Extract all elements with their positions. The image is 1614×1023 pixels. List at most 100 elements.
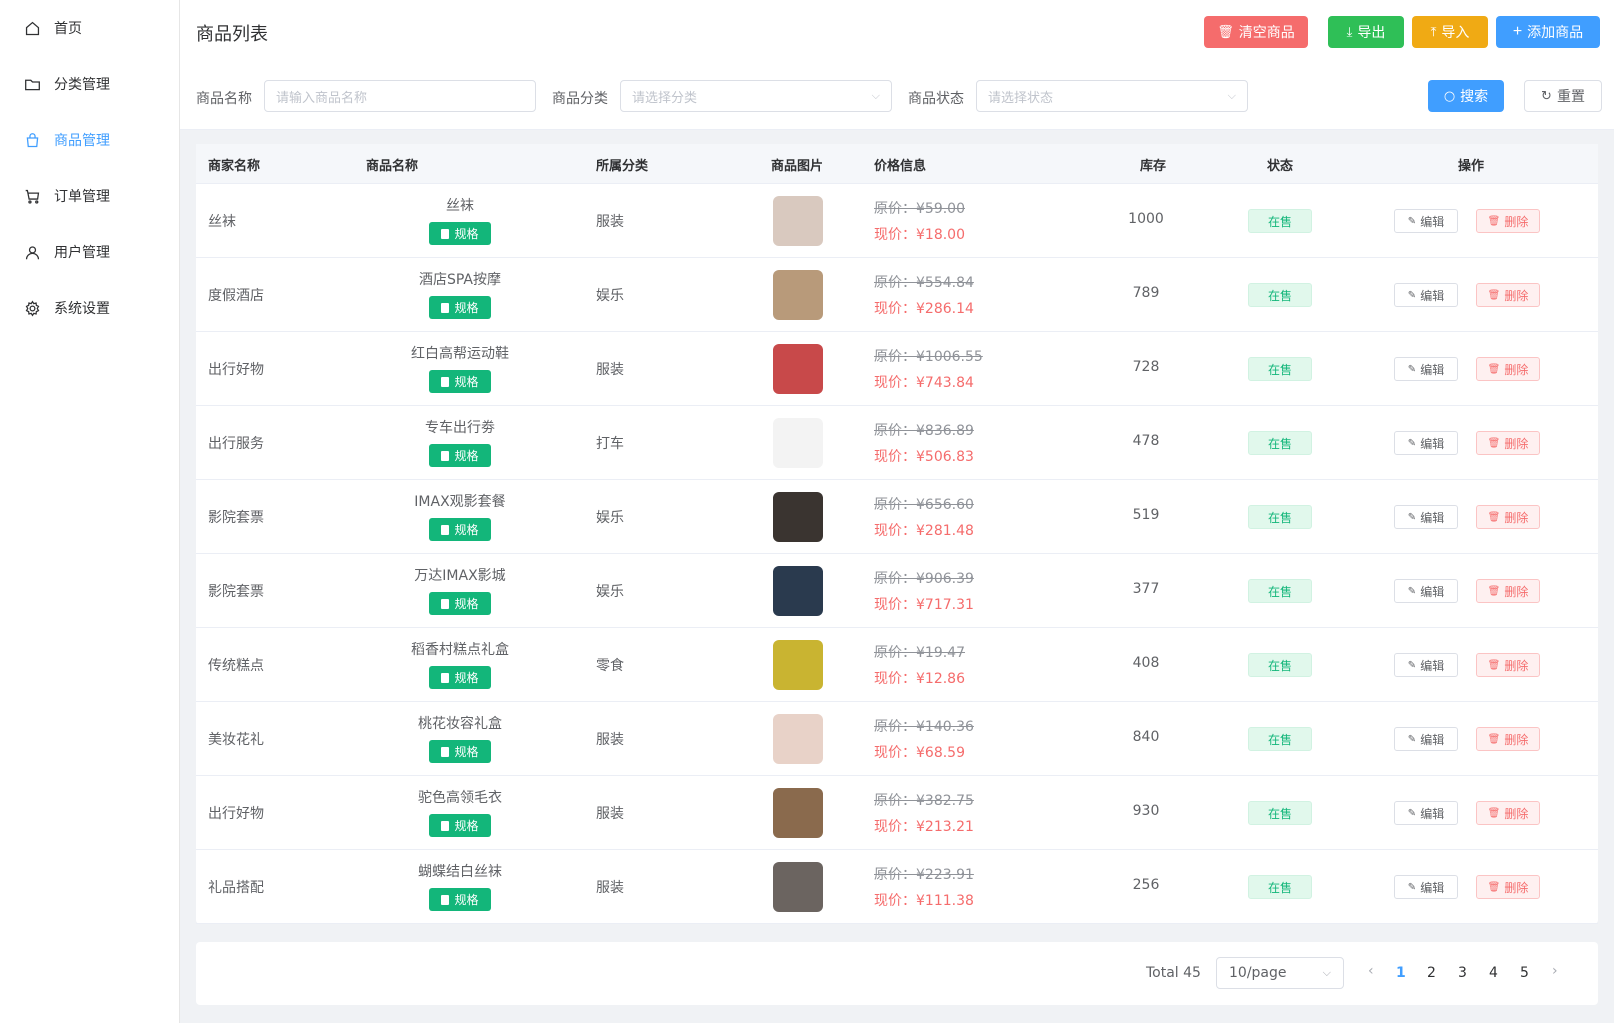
trash-icon: 🗑 — [1487, 437, 1501, 449]
sidebar-item-settings[interactable]: 系统设置 — [0, 280, 110, 336]
sidebar-item-users[interactable]: 用户管理 — [0, 224, 110, 280]
chevron-down-icon: ⌵ — [871, 89, 880, 102]
page-1[interactable]: 1 — [1396, 965, 1406, 981]
spec-button[interactable]: 规格 — [429, 740, 491, 763]
delete-button[interactable]: 🗑 删除 — [1476, 357, 1540, 381]
stock: 478 — [1132, 433, 1160, 449]
original-price: 原价：¥836.89 — [874, 423, 974, 439]
merchant-name: 传统糕点 — [208, 658, 264, 674]
merchant-name: 出行好物 — [208, 806, 264, 822]
sidebar-item-orders[interactable]: 订单管理 — [0, 168, 110, 224]
sidebar-item-label: 首页 — [54, 21, 82, 37]
edit-button[interactable]: ✎ 编辑 — [1394, 653, 1458, 677]
original-price: 原价：¥59.00 — [874, 201, 965, 217]
document-icon — [441, 894, 450, 905]
table-row: 度假酒店 酒店SPA按摩 规格 娱乐 原价：¥554.84 现价：¥286.14 789 在售… — [196, 258, 1598, 332]
edit-button[interactable]: ✎ 编辑 — [1394, 875, 1458, 899]
spec-button[interactable]: 规格 — [429, 370, 491, 393]
edit-icon: ✎ — [1407, 881, 1417, 893]
delete-button[interactable]: 🗑 删除 — [1476, 283, 1540, 307]
sidebar-item-label: 分类管理 — [54, 77, 110, 93]
category: 服装 — [596, 806, 624, 822]
chevron-down-icon: ⌵ — [1227, 89, 1236, 102]
spec-button[interactable]: 规格 — [429, 666, 491, 689]
trash-icon: 🗑 — [1487, 289, 1501, 301]
chevron-down-icon: ⌵ — [1322, 966, 1331, 979]
product-name-label: 商品名称 — [196, 91, 252, 107]
document-icon — [441, 820, 450, 831]
stock: 256 — [1132, 877, 1160, 893]
document-icon — [441, 302, 450, 313]
document-icon — [441, 376, 450, 387]
delete-button[interactable]: 🗑 删除 — [1476, 801, 1540, 825]
search-button[interactable]: ○ 搜索 — [1428, 80, 1504, 112]
spec-button[interactable]: 规格 — [429, 814, 491, 837]
page-2[interactable]: 2 — [1427, 965, 1436, 981]
status-badge: 在售 — [1248, 727, 1312, 751]
product-name-input[interactable]: 请输入商品名称 — [264, 80, 536, 112]
delete-button[interactable]: 🗑 删除 — [1476, 875, 1540, 899]
edit-icon: ✎ — [1407, 363, 1417, 375]
spec-button[interactable]: 规格 — [429, 444, 491, 467]
sidebar-item-label: 商品管理 — [54, 133, 110, 149]
edit-button[interactable]: ✎ 编辑 — [1394, 801, 1458, 825]
edit-button[interactable]: ✎ 编辑 — [1394, 431, 1458, 455]
original-price: 原价：¥140.36 — [874, 719, 974, 735]
edit-button[interactable]: ✎ 编辑 — [1394, 209, 1458, 233]
sidebar-item-label: 系统设置 — [54, 301, 110, 317]
spec-button[interactable]: 规格 — [429, 222, 491, 245]
delete-button[interactable]: 🗑 删除 — [1476, 209, 1540, 233]
edit-button[interactable]: ✎ 编辑 — [1394, 283, 1458, 307]
product-image — [773, 788, 823, 838]
delete-button[interactable]: 🗑 删除 — [1476, 505, 1540, 529]
product-name: 蝴蝶结白丝袜 — [418, 864, 502, 880]
reset-button[interactable]: ↻ 重置 — [1524, 80, 1602, 112]
category: 服装 — [596, 880, 624, 896]
sidebar-item-home[interactable]: 首页 — [0, 0, 82, 56]
category: 服装 — [596, 214, 624, 230]
product-image — [773, 714, 823, 764]
clear-products-button[interactable]: 🗑 清空商品 — [1204, 16, 1308, 48]
spec-button[interactable]: 规格 — [429, 518, 491, 541]
original-price: 原价：¥382.75 — [874, 793, 974, 809]
product-image — [773, 196, 823, 246]
edit-button[interactable]: ✎ 编辑 — [1394, 505, 1458, 529]
page-title: 商品列表 — [196, 24, 268, 45]
add-product-button[interactable]: + 添加商品 — [1496, 16, 1600, 48]
page-4[interactable]: 4 — [1489, 965, 1498, 981]
column-header: 状态 — [1267, 159, 1294, 174]
spec-button[interactable]: 规格 — [429, 296, 491, 319]
table-row: 影院套票 万达IMAX影城 规格 娱乐 原价：¥906.39 现价：¥717.31 377 在… — [196, 554, 1598, 628]
sidebar-item-products[interactable]: 商品管理 — [0, 112, 110, 168]
import-button[interactable]: ⤒ 导入 — [1412, 16, 1488, 48]
page-size-select[interactable]: 10/page ⌵ — [1216, 957, 1344, 989]
delete-button[interactable]: 🗑 删除 — [1476, 579, 1540, 603]
next-page-button[interactable]: › — [1552, 963, 1558, 979]
export-button[interactable]: ⤓ 导出 — [1328, 16, 1404, 48]
page-5[interactable]: 5 — [1520, 965, 1529, 981]
spec-button[interactable]: 规格 — [429, 888, 491, 911]
spec-button[interactable]: 规格 — [429, 592, 491, 615]
edit-button[interactable]: ✎ 编辑 — [1394, 357, 1458, 381]
edit-icon: ✎ — [1407, 585, 1417, 597]
current-price: 现价：¥717.31 — [874, 597, 974, 613]
merchant-name: 出行好物 — [208, 362, 264, 378]
status-select[interactable]: 请选择状态 ⌵ — [976, 80, 1248, 112]
delete-button[interactable]: 🗑 删除 — [1476, 431, 1540, 455]
delete-button[interactable]: 🗑 删除 — [1476, 727, 1540, 751]
delete-button[interactable]: 🗑 删除 — [1476, 653, 1540, 677]
edit-button[interactable]: ✎ 编辑 — [1394, 579, 1458, 603]
stock: 930 — [1132, 803, 1160, 819]
column-header: 价格信息 — [874, 159, 927, 174]
status-badge: 在售 — [1248, 431, 1312, 455]
merchant-name: 影院套票 — [208, 510, 264, 526]
prev-page-button[interactable]: ‹ — [1368, 963, 1374, 979]
page-3[interactable]: 3 — [1458, 965, 1467, 981]
status-badge: 在售 — [1248, 579, 1312, 603]
current-price: 现价：¥286.14 — [874, 301, 974, 317]
table-row: 出行好物 驼色高领毛衣 规格 服装 原价：¥382.75 现价：¥213.21 930 在售 ✎… — [196, 776, 1598, 850]
column-header: 商家名称 — [208, 159, 261, 174]
category-select[interactable]: 请选择分类 ⌵ — [620, 80, 892, 112]
edit-button[interactable]: ✎ 编辑 — [1394, 727, 1458, 751]
sidebar-item-category[interactable]: 分类管理 — [0, 56, 110, 112]
